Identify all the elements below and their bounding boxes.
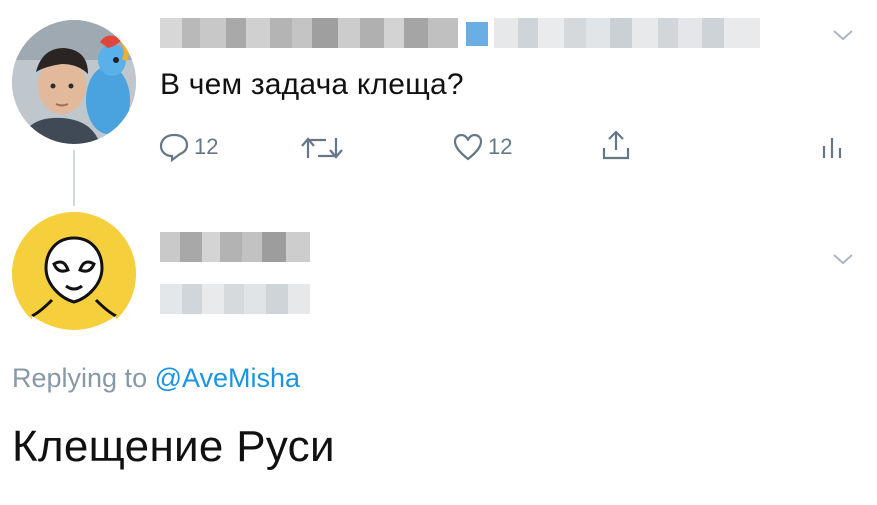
speech-bubble-icon: [159, 133, 189, 162]
chevron-down-icon: [833, 254, 853, 265]
replying-to-label: Replying to: [12, 363, 148, 393]
thread-connector-line: [73, 150, 75, 206]
share-icon: [602, 130, 630, 160]
reply-text: Клещение Руси: [12, 422, 335, 471]
avatar-photo-image: [12, 20, 136, 144]
verified-badge-blurred: [466, 22, 488, 46]
user-avatar-photo[interactable]: [12, 20, 136, 144]
heart-icon: [453, 133, 483, 161]
share-action[interactable]: [600, 128, 632, 162]
tweet-menu-button[interactable]: [832, 22, 854, 48]
blurred-user-name: [160, 18, 460, 48]
reply-action[interactable]: 12: [158, 132, 218, 162]
reply-user-avatar[interactable]: [12, 212, 136, 336]
chevron-down-icon: [833, 30, 853, 41]
alien-avatar-image: [12, 212, 136, 336]
like-count: 12: [488, 134, 513, 159]
reply-menu-button[interactable]: [832, 246, 854, 272]
blurred-user-handle: [494, 18, 760, 48]
blurred-reply-user-handle: [160, 284, 310, 314]
bar-chart-icon: [822, 138, 842, 158]
blurred-reply-user-name: [160, 232, 310, 262]
retweet-action[interactable]: [300, 134, 344, 162]
retweet-icon: [301, 137, 343, 159]
replying-to-line: Replying to @AveMisha: [12, 363, 300, 394]
tweet-text: В чем задача клеща?: [160, 68, 464, 101]
analytics-action[interactable]: [820, 134, 844, 160]
replying-to-handle-link[interactable]: @AveMisha: [155, 363, 300, 393]
like-action[interactable]: 12: [452, 132, 512, 162]
reply-count: 12: [194, 134, 219, 159]
